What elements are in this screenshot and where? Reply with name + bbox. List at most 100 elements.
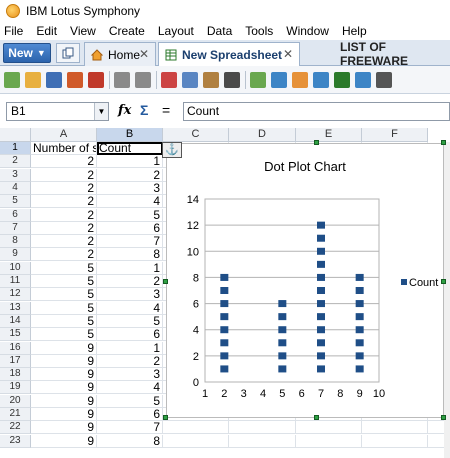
column-header-c[interactable]: C (163, 128, 229, 142)
formula-icon[interactable]: = (162, 102, 170, 118)
menu-create[interactable]: Create (109, 24, 145, 38)
row-header[interactable]: 21 (0, 408, 31, 421)
tab-home[interactable]: Home ✕ (84, 42, 156, 66)
row-header[interactable]: 13 (0, 302, 31, 315)
cell-a[interactable]: 2 (31, 222, 97, 235)
cell-b[interactable]: 2 (97, 169, 163, 182)
row-header[interactable]: 14 (0, 315, 31, 328)
cell-b[interactable]: 2 (97, 355, 163, 368)
paste-icon[interactable] (203, 71, 219, 88)
row-header[interactable]: 18 (0, 368, 31, 381)
cell-empty[interactable] (296, 435, 362, 448)
cell-a[interactable]: 2 (31, 182, 97, 195)
open-folder-icon[interactable] (25, 71, 41, 88)
cell-a[interactable]: 9 (31, 368, 97, 381)
anchor-icon[interactable]: ⚓ (162, 142, 182, 158)
row-header[interactable]: 3 (0, 169, 31, 182)
cell-empty[interactable] (163, 421, 229, 434)
menu-help[interactable]: Help (342, 24, 367, 38)
format-paint-icon[interactable] (224, 71, 240, 88)
filter-icon[interactable] (334, 71, 350, 88)
menu-file[interactable]: File (4, 24, 23, 38)
copy-window-button[interactable] (56, 43, 80, 63)
spell-check-icon[interactable] (355, 71, 371, 88)
menu-layout[interactable]: Layout (158, 24, 194, 38)
menu-data[interactable]: Data (207, 24, 232, 38)
cell-a[interactable]: 2 (31, 195, 97, 208)
select-all-corner[interactable] (0, 128, 31, 142)
sort-icon[interactable] (313, 71, 329, 88)
column-header-b[interactable]: B (97, 128, 163, 142)
save-icon[interactable] (46, 71, 62, 88)
close-icon[interactable]: ✕ (283, 47, 293, 61)
cell-b[interactable]: 3 (97, 368, 163, 381)
cell-a[interactable]: 5 (31, 262, 97, 275)
row-header[interactable]: 16 (0, 342, 31, 355)
resize-handle-bottom-right[interactable] (441, 415, 446, 420)
row-header[interactable]: 9 (0, 248, 31, 261)
cell-a[interactable]: 2 (31, 209, 97, 222)
cell-b[interactable]: 7 (97, 421, 163, 434)
print-icon[interactable] (376, 71, 392, 88)
row-header[interactable]: 23 (0, 435, 31, 448)
cell-b[interactable]: 5 (97, 315, 163, 328)
cell-empty[interactable] (229, 421, 296, 434)
formula-input[interactable]: Count (183, 102, 450, 121)
cell-b[interactable]: 6 (97, 328, 163, 341)
cell-a[interactable]: 2 (31, 155, 97, 168)
insert-image-icon[interactable] (292, 71, 308, 88)
cell-a[interactable]: 9 (31, 408, 97, 421)
cell-b[interactable]: 8 (97, 435, 163, 448)
row-header[interactable]: 7 (0, 222, 31, 235)
column-header-f[interactable]: F (362, 128, 428, 142)
row-header[interactable]: 12 (0, 288, 31, 301)
row-header[interactable]: 8 (0, 235, 31, 248)
cell-b[interactable]: 1 (97, 262, 163, 275)
resize-handle-top-right[interactable] (441, 140, 446, 145)
cell-a[interactable]: 5 (31, 288, 97, 301)
cell-a[interactable]: 9 (31, 435, 97, 448)
cell-b[interactable]: 1 (97, 342, 163, 355)
new-document-icon[interactable] (4, 71, 20, 88)
cell-b[interactable]: 8 (97, 248, 163, 261)
cell-a[interactable]: 5 (31, 275, 97, 288)
cell-a[interactable]: 2 (31, 235, 97, 248)
row-header[interactable]: 5 (0, 195, 31, 208)
cell-b[interactable]: 3 (97, 182, 163, 195)
column-header-a[interactable]: A (31, 128, 97, 142)
cell-empty[interactable] (362, 421, 428, 434)
row-header[interactable]: 10 (0, 262, 31, 275)
undo-icon[interactable] (114, 71, 130, 88)
copy-icon[interactable] (182, 71, 198, 88)
cell-a[interactable]: 5 (31, 302, 97, 315)
cell-a[interactable]: 2 (31, 248, 97, 261)
resize-handle-top[interactable] (314, 140, 319, 145)
row-header[interactable]: 4 (0, 182, 31, 195)
tab-list-of-freeware[interactable]: LIST OF FREEWARE (334, 40, 450, 68)
row-header[interactable]: 17 (0, 355, 31, 368)
resize-handle-left[interactable] (163, 279, 168, 284)
new-button[interactable]: New ▼ (3, 43, 51, 63)
redo-icon[interactable] (135, 71, 151, 88)
cell-b[interactable]: 1 (97, 155, 163, 168)
cell-b[interactable]: 5 (97, 209, 163, 222)
cell-b[interactable]: 7 (97, 235, 163, 248)
cell-a[interactable]: 9 (31, 421, 97, 434)
sum-icon[interactable]: Σ (140, 102, 148, 118)
column-header-d[interactable]: D (229, 128, 296, 142)
cell-b[interactable]: 4 (97, 195, 163, 208)
cell-a[interactable]: 9 (31, 381, 97, 394)
row-header[interactable]: 6 (0, 209, 31, 222)
dot-plot-chart[interactable]: Dot Plot Chart 0 2 4 6 8 10 12 14 1 2 3 4 5 6 7 8 9 10 Co… (166, 143, 444, 418)
resize-handle-right[interactable] (441, 279, 446, 284)
cut-icon[interactable] (161, 71, 177, 88)
cell-b[interactable]: 5 (97, 395, 163, 408)
active-cell[interactable]: Count (97, 142, 163, 155)
cell-empty[interactable] (296, 421, 362, 434)
save-as-icon[interactable] (67, 71, 83, 88)
row-header[interactable]: 1 (0, 142, 31, 155)
cell-a[interactable]: 9 (31, 395, 97, 408)
close-icon[interactable]: ✕ (139, 47, 149, 61)
cell-a[interactable]: Number of sn (31, 142, 97, 155)
menu-edit[interactable]: Edit (36, 24, 57, 38)
